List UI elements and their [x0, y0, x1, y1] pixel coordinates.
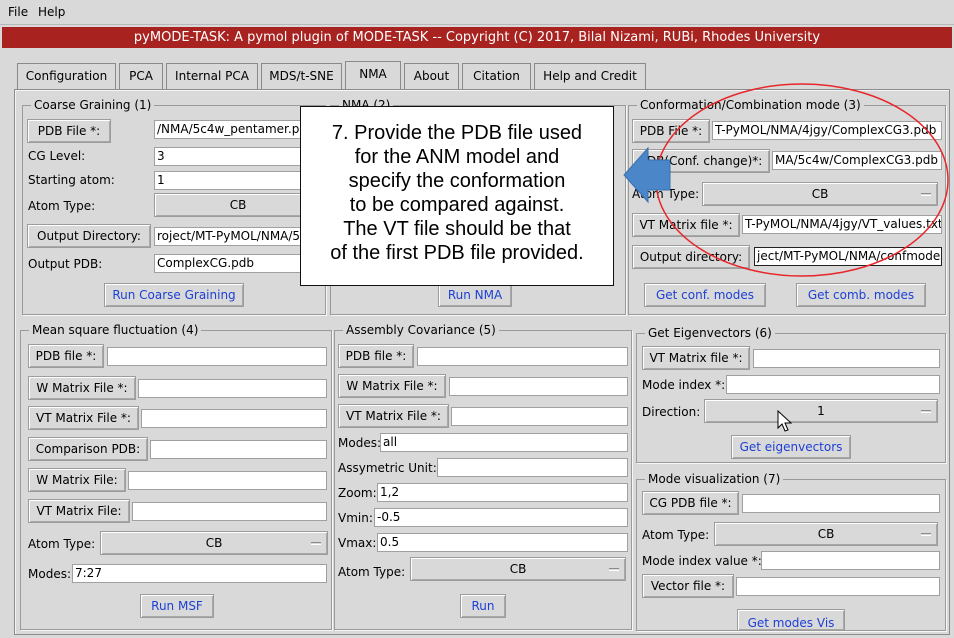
mouse-cursor-icon: [777, 409, 793, 432]
pointer-arrow-icon: [623, 146, 671, 204]
annotation-overlay: [623, 83, 949, 432]
highlight-ellipse: [655, 83, 949, 277]
